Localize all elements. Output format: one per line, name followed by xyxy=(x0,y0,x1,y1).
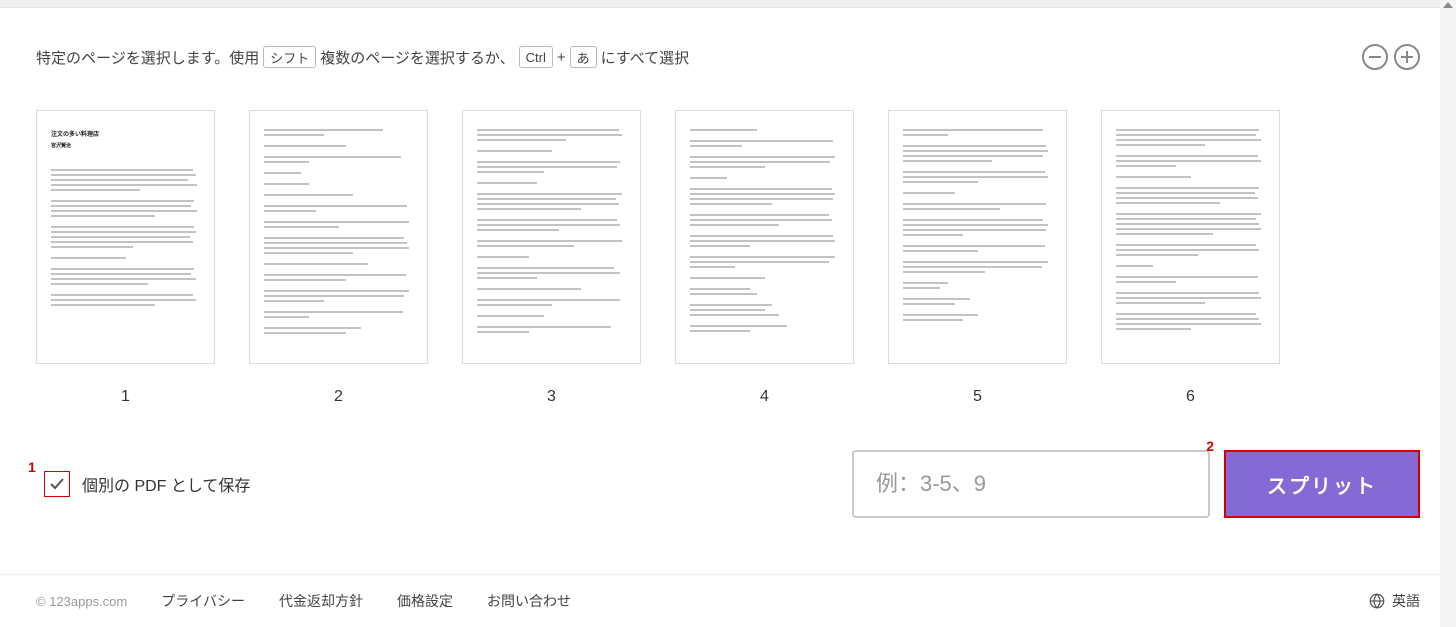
footer-link-contact[interactable]: お問い合わせ xyxy=(487,591,571,611)
footer-link-refund[interactable]: 代金返却方針 xyxy=(279,591,363,611)
annotation-marker-1: 1 xyxy=(28,459,36,475)
instruction-suffix: にすべて選択 xyxy=(601,47,690,68)
page-thumbnail[interactable] xyxy=(1101,110,1280,364)
save-separate-label: 個別の PDF として保存 xyxy=(82,472,250,496)
split-button[interactable]: スプリット xyxy=(1224,450,1420,518)
thumb-item-3: 3 xyxy=(462,110,641,406)
annotation-marker-2: 2 xyxy=(1206,438,1214,454)
doc-title: 注文の多い料理店 xyxy=(51,129,200,138)
check-icon xyxy=(49,476,65,492)
thumb-item-2: 2 xyxy=(249,110,428,406)
page-thumbnail[interactable] xyxy=(675,110,854,364)
thumb-item-1: 注文の多い料理店 宮沢賢治 1 xyxy=(36,110,215,406)
doc-author: 宮沢賢治 xyxy=(51,142,200,149)
thumb-item-4: 4 xyxy=(675,110,854,406)
save-separate-checkbox[interactable] xyxy=(44,471,70,497)
key-a: あ xyxy=(570,46,597,68)
key-shift: シフト xyxy=(263,46,316,68)
language-selector[interactable]: 英語 xyxy=(1368,591,1420,611)
page-thumbnails: 注文の多い料理店 宮沢賢治 1 xyxy=(36,88,1420,406)
save-separate-control: 1 個別の PDF として保存 xyxy=(44,471,250,497)
language-label: 英語 xyxy=(1392,591,1420,611)
page-thumbnail[interactable]: 注文の多い料理店 宮沢賢治 xyxy=(36,110,215,364)
scroll-up-icon xyxy=(1443,2,1453,8)
instruction-mid1: 複数のページを選択するか、 xyxy=(320,47,514,68)
page-number: 3 xyxy=(547,388,556,406)
page-thumbnail[interactable] xyxy=(888,110,1067,364)
thumb-item-5: 5 xyxy=(888,110,1067,406)
page-range-input[interactable] xyxy=(852,450,1210,518)
zoom-controls xyxy=(1362,44,1420,70)
page-number: 1 xyxy=(121,388,130,406)
instruction-prefix: 特定のページを選択します。使用 xyxy=(36,47,259,68)
key-ctrl: Ctrl xyxy=(519,46,553,68)
page-number: 4 xyxy=(760,388,769,406)
instruction-row: 特定のページを選択します。使用 シフト 複数のページを選択するか、 Ctrl +… xyxy=(36,8,1420,88)
instruction-text: 特定のページを選択します。使用 シフト 複数のページを選択するか、 Ctrl +… xyxy=(36,46,689,68)
page-number: 6 xyxy=(1186,388,1195,406)
instruction-plus: + xyxy=(557,49,566,66)
footer-copyright: © 123apps.com xyxy=(36,594,127,609)
zoom-out-button[interactable] xyxy=(1362,44,1388,70)
footer-link-pricing[interactable]: 価格設定 xyxy=(397,591,453,611)
globe-icon xyxy=(1368,592,1386,610)
thumb-item-6: 6 xyxy=(1101,110,1280,406)
footer: © 123apps.com プライバシー 代金返却方針 価格設定 お問い合わせ … xyxy=(0,574,1456,627)
page-number: 2 xyxy=(334,388,343,406)
page-thumbnail[interactable] xyxy=(462,110,641,364)
footer-link-privacy[interactable]: プライバシー xyxy=(161,591,245,611)
page-number: 5 xyxy=(973,388,982,406)
scrollbar[interactable] xyxy=(1440,0,1456,627)
zoom-in-button[interactable] xyxy=(1394,44,1420,70)
top-strip xyxy=(0,0,1456,8)
page-thumbnail[interactable] xyxy=(249,110,428,364)
right-controls: 2 スプリット xyxy=(852,450,1420,518)
footer-left: © 123apps.com プライバシー 代金返却方針 価格設定 お問い合わせ xyxy=(36,591,571,611)
bottom-controls: 1 個別の PDF として保存 2 スプリット xyxy=(36,406,1420,546)
